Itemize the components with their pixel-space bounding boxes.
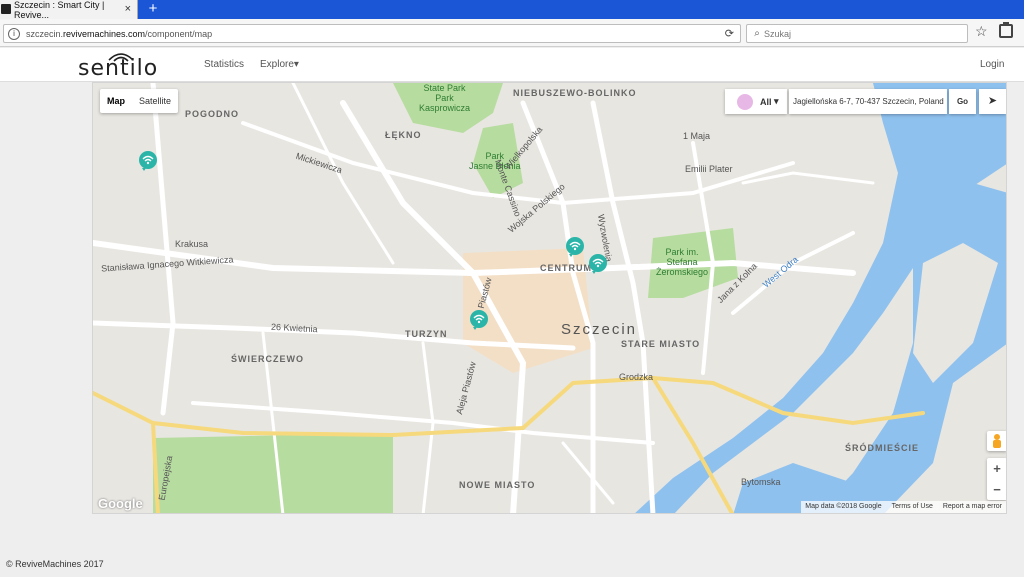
sensor-marker[interactable]	[565, 236, 585, 258]
locate-me-icon[interactable]: ➤	[979, 89, 1006, 114]
street-view-pegman-icon[interactable]	[987, 431, 1006, 451]
close-tab-icon[interactable]: ×	[125, 3, 131, 15]
park-southwest	[153, 433, 393, 513]
district-label: ŁĘKNO	[385, 130, 422, 140]
city-label: Szczecin	[561, 321, 638, 338]
url-prefix: szczecin.	[26, 28, 64, 39]
google-logo: Google	[98, 496, 143, 511]
zoom-control: + −	[987, 458, 1006, 500]
park-label-line: Kasprowicza	[419, 103, 471, 113]
chevron-down-icon: ▾	[771, 96, 779, 106]
search-placeholder: Szukaj	[764, 28, 792, 39]
nav-statistics[interactable]: Statistics	[204, 59, 244, 70]
app-header: sentilo Statistics Explore▾ Login	[0, 48, 1024, 82]
district-label: ŚWIERCZEWO	[231, 354, 304, 364]
reload-icon[interactable]: ⟳	[725, 27, 734, 40]
tab-title: Szczecin : Smart City | Revive...	[14, 0, 105, 20]
park-label-line: Stefana	[666, 257, 698, 267]
url-path: /component/map	[145, 28, 213, 39]
sensor-filter-dropdown[interactable]: All ▾	[725, 89, 787, 114]
go-button[interactable]: Go	[949, 89, 976, 114]
address-bar[interactable]: i szczecin. revivemachines.com/component/…	[3, 24, 741, 43]
new-tab-button[interactable]: +	[146, 1, 160, 17]
park-label: Park im. Stefana Żeromskiego	[656, 247, 708, 277]
zoom-out-button[interactable]: −	[987, 479, 1006, 500]
logo-text: sentilo	[78, 56, 159, 81]
sensor-marker[interactable]	[588, 253, 608, 275]
district-label: STARE MIASTO	[621, 339, 701, 349]
park-label: State Park Park Kasprowicza	[419, 83, 470, 113]
map-canvas[interactable]: Szczecin POGODNO ŁĘKNO NIEBUSZEWO-BOLINK…	[92, 82, 1007, 514]
clipboard-icon[interactable]	[999, 22, 1013, 38]
terms-link[interactable]: Terms of Use	[892, 501, 933, 513]
district-label: NIEBUSZEWO-BOLINKO	[513, 88, 637, 98]
sensor-marker[interactable]	[138, 150, 158, 172]
street-label: Grodzka	[619, 372, 654, 382]
district-label: TURZYN	[405, 329, 448, 339]
street-label: Emilii Plater	[685, 164, 733, 174]
map-type-satellite-button[interactable]: Satellite	[132, 89, 178, 113]
info-icon[interactable]: i	[8, 27, 20, 40]
map-type-control: Map Satellite	[100, 89, 179, 113]
zoom-in-button[interactable]: +	[987, 458, 1006, 479]
browser-navbar: i szczecin. revivemachines.com/component/…	[0, 19, 1024, 47]
login-link[interactable]: Login	[980, 59, 1004, 70]
park-label-line: Park	[435, 93, 454, 103]
street-label: Krakusa	[175, 239, 209, 249]
wifi-filter-icon	[737, 93, 753, 110]
search-icon: ⌕	[754, 28, 760, 39]
park-label-line: Park im.	[665, 247, 699, 257]
nav-explore[interactable]: Explore▾	[260, 59, 299, 70]
browser-tab-bar: Szczecin : Smart City | Revive... × +	[0, 0, 1024, 20]
map-attribution: Map data ©2018 Google Terms of Use Repor…	[801, 501, 1006, 513]
browser-tab[interactable]: Szczecin : Smart City | Revive... ×	[0, 0, 138, 20]
map-data-label: Map data ©2018 Google	[805, 503, 882, 510]
nav-explore-label: Explore	[260, 59, 294, 70]
map-type-map-button[interactable]: Map	[100, 89, 132, 113]
filter-value: All	[760, 96, 772, 107]
sentilo-logo[interactable]: sentilo	[78, 50, 174, 81]
street-label: Bytomska	[741, 477, 781, 487]
favicon-icon	[1, 4, 11, 14]
street-label: 1 Maja	[683, 131, 711, 141]
district-label: CENTRUM	[540, 263, 592, 273]
sensor-marker[interactable]	[469, 309, 489, 331]
district-label: NOWE MIASTO	[459, 480, 536, 490]
report-error-link[interactable]: Report a map error	[943, 501, 1002, 513]
park-label-line: Żeromskiego	[656, 267, 709, 277]
browser-search-input[interactable]: ⌕ Szukaj	[746, 24, 968, 43]
district-label: POGODNO	[185, 109, 240, 119]
chevron-down-icon: ▾	[293, 59, 299, 70]
address-input[interactable]: Jagiellońska 6-7, 70-437 Szczecin, Polan…	[789, 89, 947, 114]
district-label: ŚRÓDMIEŚCIE	[845, 443, 920, 453]
url-host: revivemachines.com	[63, 28, 146, 39]
bookmark-star-icon[interactable]: ☆	[975, 23, 988, 40]
footer-copyright: © ReviveMachines 2017	[6, 559, 104, 569]
park-label-line: State Park	[423, 83, 466, 93]
